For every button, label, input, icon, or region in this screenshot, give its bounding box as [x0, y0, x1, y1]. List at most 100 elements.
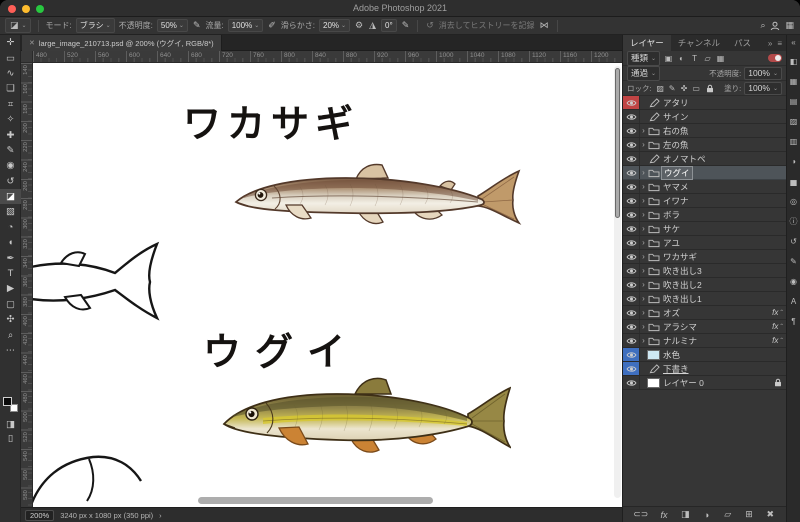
fx-collapse-icon[interactable] [780, 322, 783, 332]
gradients-panel-icon[interactable]: ▤ [788, 91, 799, 111]
fx-collapse-icon[interactable] [780, 336, 783, 346]
shape-tool[interactable]: ▢ [0, 297, 21, 312]
layer-name[interactable]: サイン [661, 111, 691, 123]
expand-dock-icon[interactable]: « [791, 38, 795, 47]
layer-row[interactable]: オズ fx [623, 306, 786, 320]
layer-row[interactable]: アユ fx [623, 236, 786, 250]
brush-tool[interactable]: ✎ [0, 143, 21, 158]
type-tool[interactable]: T [0, 266, 21, 281]
visibility-toggle[interactable] [623, 320, 640, 333]
pressure-size-icon[interactable]: ✎ [401, 20, 411, 31]
visibility-toggle[interactable] [623, 222, 640, 235]
new-adjustment-layer-icon[interactable]: ◑ [701, 509, 712, 520]
layer-row[interactable]: ワカサギ fx [623, 250, 786, 264]
visibility-toggle[interactable] [623, 96, 640, 109]
visibility-toggle[interactable] [623, 166, 640, 179]
filter-toggle-switch[interactable] [768, 54, 782, 62]
marquee-tool[interactable]: ▭ [0, 50, 21, 65]
navigator-panel-icon[interactable]: ◎ [788, 191, 799, 211]
new-layer-icon[interactable]: ⊞ [744, 509, 755, 520]
move-tool[interactable]: ✛ [0, 35, 21, 50]
lock-position-icon[interactable]: ✜ [679, 83, 690, 94]
visibility-toggle[interactable] [623, 208, 640, 221]
pressure-opacity-icon[interactable]: ✎ [192, 20, 202, 31]
layer-name[interactable]: 水色 [661, 349, 682, 361]
link-layers-icon[interactable]: ⊂⊃ [633, 509, 648, 520]
layer-row[interactable]: アタリ fx [623, 96, 786, 110]
layer-name[interactable]: ボラ [661, 209, 682, 221]
visibility-toggle[interactable] [623, 376, 640, 389]
layer-row[interactable]: 下書き fx [623, 362, 786, 376]
layer-name[interactable]: 右の魚 [661, 125, 691, 137]
expand-chevron-icon[interactable] [640, 322, 647, 331]
layer-row[interactable]: 吹き出し3 fx [623, 264, 786, 278]
adjustments-panel-icon[interactable]: ◑ [788, 151, 799, 171]
layer-name[interactable]: 吹き出し1 [661, 293, 704, 305]
fx-collapse-icon[interactable] [780, 308, 783, 318]
blur-tool[interactable]: ◔ [0, 220, 21, 235]
layer-row[interactable]: オノマトペ fx [623, 152, 786, 166]
layer-name[interactable]: 左の魚 [661, 139, 691, 151]
layer-name[interactable]: イワナ [661, 195, 691, 207]
tab-channels[interactable]: チャンネル [671, 35, 727, 51]
layer-name[interactable]: 吹き出し3 [661, 265, 704, 277]
layer-name[interactable]: アタリ [661, 97, 691, 109]
layer-row[interactable]: 吹き出し2 fx [623, 278, 786, 292]
layer-name[interactable]: 吹き出し2 [661, 279, 704, 291]
lock-artboard-icon[interactable]: ▭ [691, 83, 702, 94]
close-tab-icon[interactable]: ✕ [29, 39, 35, 47]
filter-smart-objects-icon[interactable]: ▦ [715, 53, 726, 64]
foreground-color-swatch[interactable] [3, 397, 12, 406]
character-panel-icon[interactable]: A [788, 291, 799, 311]
visibility-toggle[interactable] [623, 180, 640, 193]
expand-chevron-icon[interactable] [640, 210, 647, 219]
layer-name[interactable]: サケ [661, 223, 682, 235]
visibility-toggle[interactable] [623, 194, 640, 207]
layer-name[interactable]: オノマトペ [661, 153, 708, 165]
tab-layers[interactable]: レイヤー [623, 35, 671, 51]
lasso-tool[interactable]: ∿ [0, 66, 21, 81]
layer-name[interactable]: ヤマメ [661, 181, 691, 193]
lock-image-pixels-icon[interactable]: ✎ [667, 83, 678, 94]
expand-chevron-icon[interactable] [640, 336, 647, 345]
layer-name[interactable]: ナルミナ [661, 335, 699, 347]
eyedropper-tool[interactable]: ✧ [0, 112, 21, 127]
expand-chevron-icon[interactable] [640, 168, 647, 177]
tool-preset-picker[interactable]: ◪ [5, 18, 31, 33]
expand-chevron-icon[interactable] [640, 266, 647, 275]
zoom-tool[interactable]: ⌕ [0, 327, 21, 342]
layer-name[interactable]: 下書き [661, 363, 691, 375]
patterns-panel-icon[interactable]: ▨ [788, 111, 799, 131]
visibility-toggle[interactable] [623, 278, 640, 291]
vertical-scrollbar-thumb[interactable] [615, 68, 620, 218]
layer-name[interactable]: ワカサギ [661, 251, 699, 263]
hand-tool[interactable]: ✣ [0, 312, 21, 327]
expand-chevron-icon[interactable] [640, 182, 647, 191]
expand-chevron-icon[interactable] [640, 238, 647, 247]
document-tab[interactable]: ✕ large_image_210713.psd @ 200% (ウグイ, RG… [22, 35, 222, 51]
layer-thumbnail[interactable] [647, 377, 660, 388]
expand-chevron-icon[interactable] [640, 140, 647, 149]
layer-row[interactable]: サイン fx [623, 110, 786, 124]
panel-opacity-dropdown[interactable]: 100% [744, 66, 782, 80]
expand-chevron-icon[interactable] [640, 294, 647, 303]
visibility-toggle[interactable] [623, 334, 640, 347]
zoom-level-field[interactable]: 200% [25, 509, 55, 521]
info-panel-icon[interactable]: ⓘ [788, 211, 799, 231]
layer-name[interactable]: アラシマ [661, 321, 699, 333]
account-icon[interactable] [770, 21, 780, 31]
visibility-toggle[interactable] [623, 306, 640, 319]
horizontal-ruler[interactable]: 480 520 560 600 640 680 720 760 800 840 880 920 960 1… [33, 51, 622, 63]
layer-row[interactable]: アラシマ fx [623, 320, 786, 334]
layer-row[interactable]: サケ fx [623, 222, 786, 236]
visibility-toggle[interactable] [623, 292, 640, 305]
layer-row[interactable]: ナルミナ fx [623, 334, 786, 348]
layer-name[interactable]: アユ [661, 237, 682, 249]
airbrush-icon[interactable]: ✐ [267, 20, 277, 31]
layer-row[interactable]: 吹き出し1 fx [623, 292, 786, 306]
filter-kind-dropdown[interactable]: 種類 [627, 50, 661, 66]
blend-mode-dropdown[interactable]: 通過 [627, 65, 661, 81]
erase-to-history-icon[interactable]: ↺ [425, 20, 435, 31]
smoothing-dropdown[interactable]: 20% [319, 19, 351, 32]
path-selection-tool[interactable]: ▶ [0, 281, 21, 296]
